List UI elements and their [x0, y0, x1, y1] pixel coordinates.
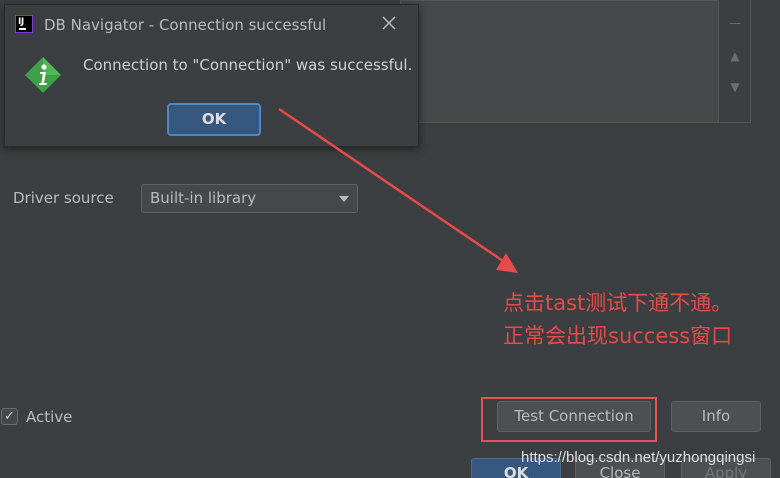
watermark: https://blog.csdn.net/yuzhongqingsi: [521, 449, 756, 466]
annotation-arrow: [278, 107, 518, 273]
annotation-line-2: 正常会出现success窗口: [503, 324, 733, 348]
annotation-line-1: 点击tast测试下通不通。: [503, 291, 733, 315]
